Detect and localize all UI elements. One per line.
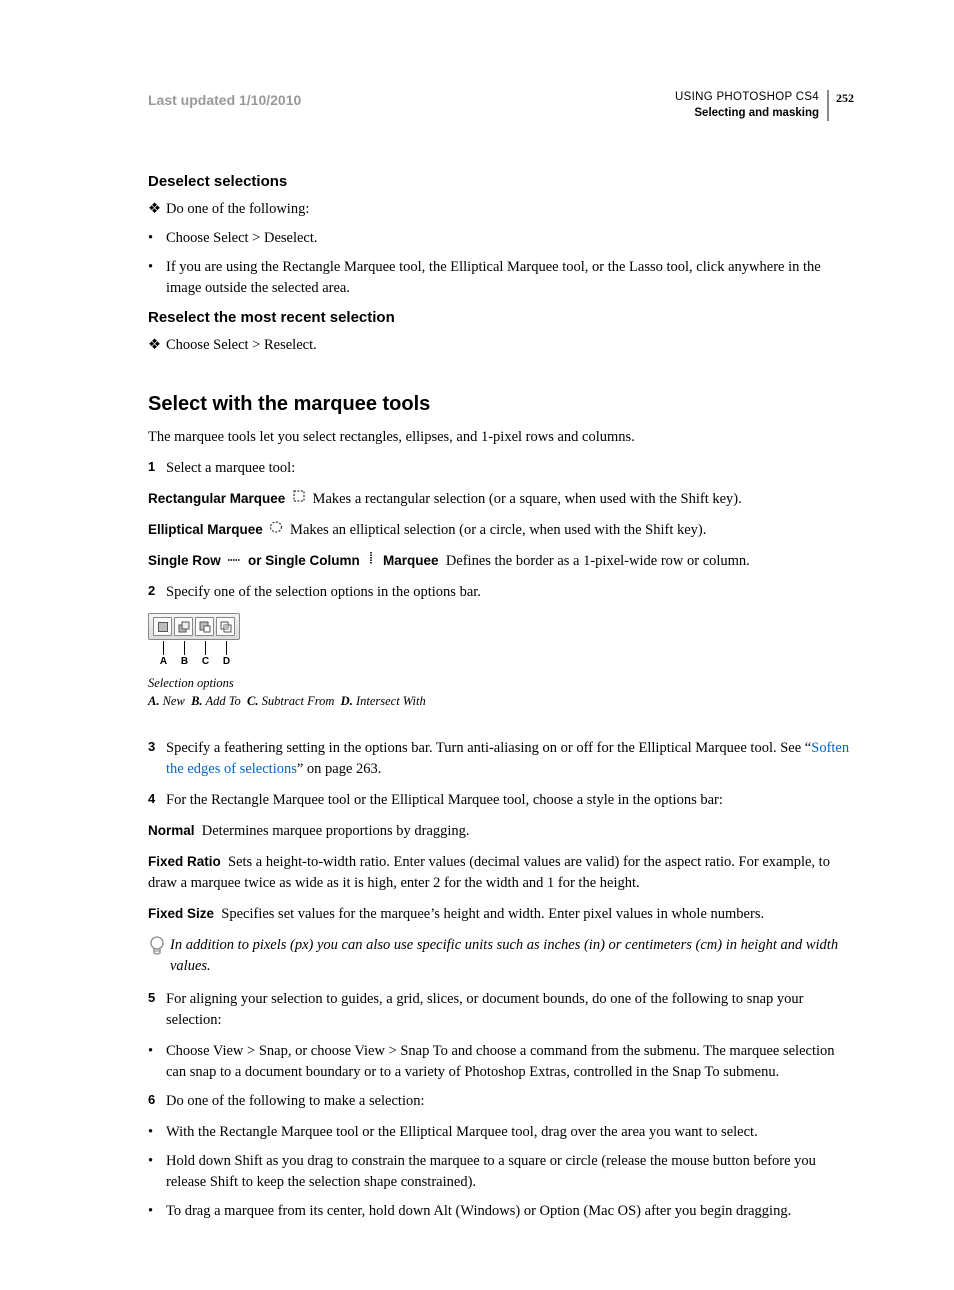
- bullet-dot-icon: •: [148, 257, 166, 299]
- bullet-dot-icon: •: [148, 1122, 166, 1143]
- tool-rowcol: Single Row or Single Column Marquee Defi…: [148, 551, 854, 572]
- tool-rowcol-desc: Defines the border as a 1-pixel-wide row…: [446, 553, 750, 569]
- term-normal: Normal: [148, 823, 195, 838]
- selection-options-figure: A B C D Selection options A. New B. Add …: [148, 613, 854, 710]
- tool-rect: Rectangular Marquee Makes a rectangular …: [148, 489, 854, 510]
- tool-ellip: Elliptical Marquee Makes an elliptical s…: [148, 520, 854, 541]
- term-singlerow: Single Row: [148, 553, 221, 568]
- term-rect: Rectangular Marquee: [148, 491, 285, 506]
- step-number: 1: [148, 458, 166, 479]
- tool-ellip-desc: Makes an elliptical selection (or a circ…: [290, 522, 706, 538]
- last-updated: Last updated 1/10/2010: [148, 90, 301, 110]
- tool-rect-desc: Makes a rectangular selection (or a squa…: [313, 491, 742, 507]
- figure-key: A. New B. Add To C. Subtract From D. Int…: [148, 692, 854, 710]
- step-text: For aligning your selection to guides, a…: [166, 989, 854, 1031]
- step-text: For the Rectangle Marquee tool or the El…: [166, 790, 854, 811]
- heading-deselect: Deselect selections: [148, 171, 854, 193]
- new-selection-icon: [153, 617, 172, 636]
- figure-labels: A B C D: [153, 641, 854, 670]
- bullet-diamond-icon: ❖: [148, 199, 166, 220]
- rect-marquee-icon: [292, 489, 306, 510]
- add-to-selection-icon: [174, 617, 193, 636]
- selection-options-toolbar: [148, 613, 240, 640]
- bullet-dot-icon: •: [148, 1201, 166, 1222]
- step-text: Select a marquee tool:: [166, 458, 854, 479]
- bullet-dot-icon: •: [148, 1041, 166, 1083]
- label-d: D: [223, 655, 230, 670]
- deselect-lead: Do one of the following:: [166, 199, 854, 220]
- intersect-selection-icon: [216, 617, 235, 636]
- product-name: USING PHOTOSHOP CS4: [675, 90, 819, 106]
- label-a: A: [160, 655, 167, 670]
- label-b: B: [181, 655, 188, 670]
- heading-marquee: Select with the marquee tools: [148, 390, 854, 419]
- lightbulb-icon: [148, 935, 170, 977]
- ratio-desc: Sets a height-to-width ratio. Enter valu…: [148, 854, 830, 891]
- list-item: To drag a marquee from its center, hold …: [166, 1201, 854, 1222]
- step5-sublist: • Choose View > Snap, or choose View > S…: [148, 1041, 854, 1083]
- bullet-dot-icon: •: [148, 228, 166, 249]
- key-a: New: [163, 694, 185, 708]
- step-number: 3: [148, 738, 166, 780]
- step3-text-b: ” on page 263.: [297, 761, 382, 777]
- step-text: Specify a feathering setting in the opti…: [166, 738, 854, 780]
- key-d: Intersect With: [356, 694, 426, 708]
- term-singlecol: or Single Column: [248, 553, 360, 568]
- list-item: If you are using the Rectangle Marquee t…: [166, 257, 854, 299]
- bullet-dot-icon: •: [148, 1151, 166, 1193]
- term-marquee: Marquee: [383, 553, 439, 568]
- step-number: 5: [148, 989, 166, 1031]
- heading-reselect: Reselect the most recent selection: [148, 307, 854, 329]
- header-right: USING PHOTOSHOP CS4 Selecting and maskin…: [675, 90, 829, 121]
- list-item: Choose View > Snap, or choose View > Sna…: [166, 1041, 854, 1083]
- term-size: Fixed Size: [148, 906, 214, 921]
- step6-sublist: • With the Rectangle Marquee tool or the…: [148, 1122, 854, 1222]
- single-row-icon: [227, 551, 241, 572]
- step-number: 2: [148, 582, 166, 603]
- term-ratio: Fixed Ratio: [148, 854, 221, 869]
- marquee-step3: 3 Specify a feathering setting in the op…: [148, 738, 854, 811]
- subtract-from-selection-icon: [195, 617, 214, 636]
- list-item: With the Rectangle Marquee tool or the E…: [166, 1122, 854, 1143]
- step-number: 4: [148, 790, 166, 811]
- list-item: Hold down Shift as you drag to constrain…: [166, 1151, 854, 1193]
- page-header: Last updated 1/10/2010 USING PHOTOSHOP C…: [148, 90, 854, 121]
- chapter-title: Selecting and masking: [675, 106, 819, 122]
- term-ellip: Elliptical Marquee: [148, 522, 263, 537]
- bullet-diamond-icon: ❖: [148, 335, 166, 356]
- reselect-list: ❖ Choose Select > Reselect.: [148, 335, 854, 356]
- deselect-list: ❖ Do one of the following: • Choose Sele…: [148, 199, 854, 299]
- style-size: Fixed Size Specifies set values for the …: [148, 904, 854, 925]
- single-col-icon: [366, 551, 376, 572]
- marquee-step1: 1 Select a marquee tool:: [148, 458, 854, 479]
- key-c: Subtract From: [262, 694, 335, 708]
- style-ratio: Fixed Ratio Sets a height-to-width ratio…: [148, 852, 854, 894]
- tip: In addition to pixels (px) you can also …: [148, 935, 854, 977]
- step-text: Specify one of the selection options in …: [166, 582, 854, 603]
- key-b: Add To: [205, 694, 240, 708]
- style-normal: Normal Determines marquee proportions by…: [148, 821, 854, 842]
- step-text: Do one of the following to make a select…: [166, 1091, 854, 1112]
- step3-text-a: Specify a feathering setting in the opti…: [166, 740, 811, 756]
- reselect-lead: Choose Select > Reselect.: [166, 335, 854, 356]
- marquee-step5: 5 For aligning your selection to guides,…: [148, 989, 854, 1031]
- normal-desc: Determines marquee proportions by draggi…: [202, 823, 470, 839]
- figure-caption: Selection options: [148, 674, 854, 692]
- step-number: 6: [148, 1091, 166, 1112]
- tip-text: In addition to pixels (px) you can also …: [170, 935, 854, 977]
- marquee-step6: 6 Do one of the following to make a sele…: [148, 1091, 854, 1112]
- page-number: 252: [829, 90, 854, 107]
- label-c: C: [202, 655, 209, 670]
- marquee-intro: The marquee tools let you select rectang…: [148, 427, 854, 448]
- marquee-step2: 2 Specify one of the selection options i…: [148, 582, 854, 603]
- ellip-marquee-icon: [269, 520, 283, 541]
- list-item: Choose Select > Deselect.: [166, 228, 854, 249]
- size-desc: Specifies set values for the marquee’s h…: [221, 906, 764, 922]
